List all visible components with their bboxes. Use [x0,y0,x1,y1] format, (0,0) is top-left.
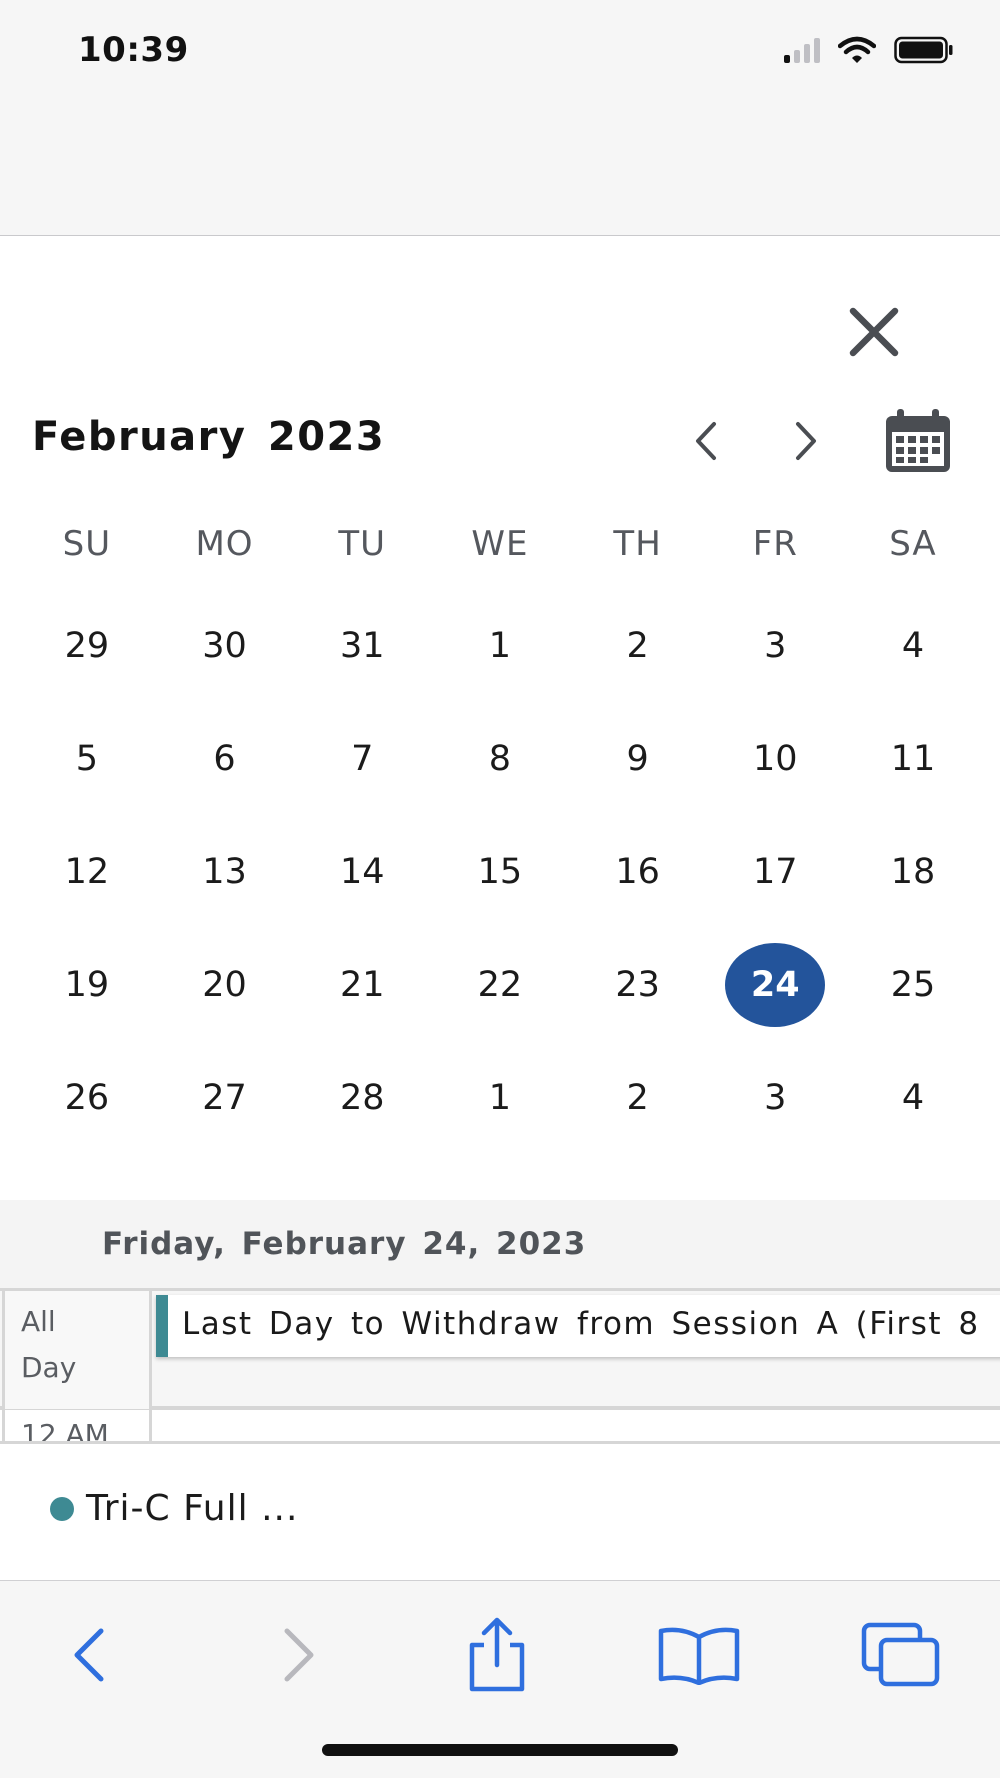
calendar-week: 12 13 14 15 16 17 18 [18,830,982,943]
calendar-day[interactable]: 18 [844,830,982,943]
all-day-label-line: All [21,1305,56,1338]
weekday-label: SU [62,524,112,564]
hour-label: 12 AM [2,1410,152,1441]
wifi-icon [838,36,876,63]
share-icon [469,1617,525,1692]
calendar-day[interactable]: 1 [431,604,569,717]
calendar-day[interactable]: 8 [431,717,569,830]
calendar-week: 26 27 28 1 2 3 4 [18,1056,982,1169]
all-day-label: All Day [2,1291,152,1409]
calendar-grid: 29 30 31 1 2 3 4 5 6 7 8 9 10 11 12 13 1… [18,604,982,1169]
weekday-label: SA [889,524,937,564]
event-item[interactable]: Last Day to Withdraw from Session A (Fir… [156,1295,1000,1357]
calendar-day[interactable]: 4 [844,604,982,717]
close-icon [849,307,899,357]
back-button[interactable] [44,1617,134,1693]
legend-label: Tri-C Full ... [86,1488,299,1529]
calendar-day[interactable]: 5 [18,717,156,830]
calendar-day[interactable]: 14 [293,830,431,943]
calendar-day[interactable]: 1 [431,1056,569,1169]
calendar-day[interactable]: 17 [706,830,844,943]
browser-top-bar: 10:39 [0,0,1000,236]
weekday-label: FR [752,524,798,564]
calendar-day[interactable]: 10 [706,717,844,830]
calendar-week: 5 6 7 8 9 10 11 [18,717,982,830]
calendar-picker-button[interactable] [882,408,954,474]
calendar-day[interactable]: 25 [844,943,982,1056]
battery-icon [894,36,953,64]
tabs-icon [861,1622,940,1687]
calendar-day[interactable]: 26 [18,1056,156,1169]
weekday-label: TH [613,524,662,564]
calendar-day[interactable]: 13 [156,830,294,943]
calendar-day[interactable]: 21 [293,943,431,1056]
share-button[interactable] [452,1617,542,1693]
home-indicator [322,1744,678,1756]
calendar-day[interactable]: 23 [569,943,707,1056]
calendar-week: 29 30 31 1 2 3 4 [18,604,982,717]
calendar-day[interactable]: 11 [844,717,982,830]
calendar-day[interactable]: 2 [569,1056,707,1169]
book-icon [658,1627,740,1685]
next-month-button[interactable] [784,416,828,466]
calendar-day[interactable]: 12 [18,830,156,943]
calendar-day[interactable]: 22 [431,943,569,1056]
calendar-day[interactable]: 9 [569,717,707,830]
calendar-day[interactable]: 3 [706,604,844,717]
weekday-label: WE [471,524,529,564]
day-view-title: Friday, February 24, 2023 [102,1226,587,1262]
calendar-day[interactable]: 15 [431,830,569,943]
weekday-label: TU [338,524,387,564]
all-day-row: All Day Last Day to Withdraw from Sessio… [0,1288,1000,1410]
status-time: 10:39 [78,30,189,70]
legend-color-dot [50,1496,74,1521]
calendar-day[interactable]: 31 [293,604,431,717]
calendar-day[interactable]: 29 [18,604,156,717]
calendar-day[interactable]: 6 [156,717,294,830]
calendar-icon [886,409,950,472]
chevron-left-icon [696,422,716,460]
day-view-header: Friday, February 24, 2023 [0,1200,1000,1288]
status-icons [784,36,954,64]
calendar-day[interactable]: 2 [569,604,707,717]
close-button[interactable] [842,300,906,364]
calendar-day[interactable]: 7 [293,717,431,830]
calendar-day[interactable]: 3 [706,1056,844,1169]
calendar-legend[interactable]: Tri-C Full ... [50,1488,298,1529]
month-title: February 2023 [32,414,386,460]
previous-month-button[interactable] [684,416,728,466]
weekday-header: SU MO TU WE TH FR SA [18,524,982,564]
calendar-day[interactable]: 16 [569,830,707,943]
calendar-week: 19 20 21 22 23 24 25 [18,943,982,1056]
calendar-day[interactable]: 30 [156,604,294,717]
all-day-label-line: Day [21,1351,77,1384]
calendar-day-selected[interactable]: 24 [706,943,844,1056]
chevron-right-icon [796,422,816,460]
tabs-button[interactable] [856,1617,946,1693]
weekday-label: MO [195,524,254,564]
cellular-signal-icon [784,37,820,63]
forward-icon [284,1628,314,1682]
calendar-day[interactable]: 4 [844,1056,982,1169]
back-icon [74,1628,104,1682]
calendar-day[interactable]: 28 [293,1056,431,1169]
bookmarks-button[interactable] [654,1617,744,1693]
calendar-day[interactable]: 20 [156,943,294,1056]
forward-button[interactable] [254,1617,344,1693]
hour-row: 12 AM [0,1410,1000,1444]
calendar-day[interactable]: 19 [18,943,156,1056]
calendar-day[interactable]: 27 [156,1056,294,1169]
